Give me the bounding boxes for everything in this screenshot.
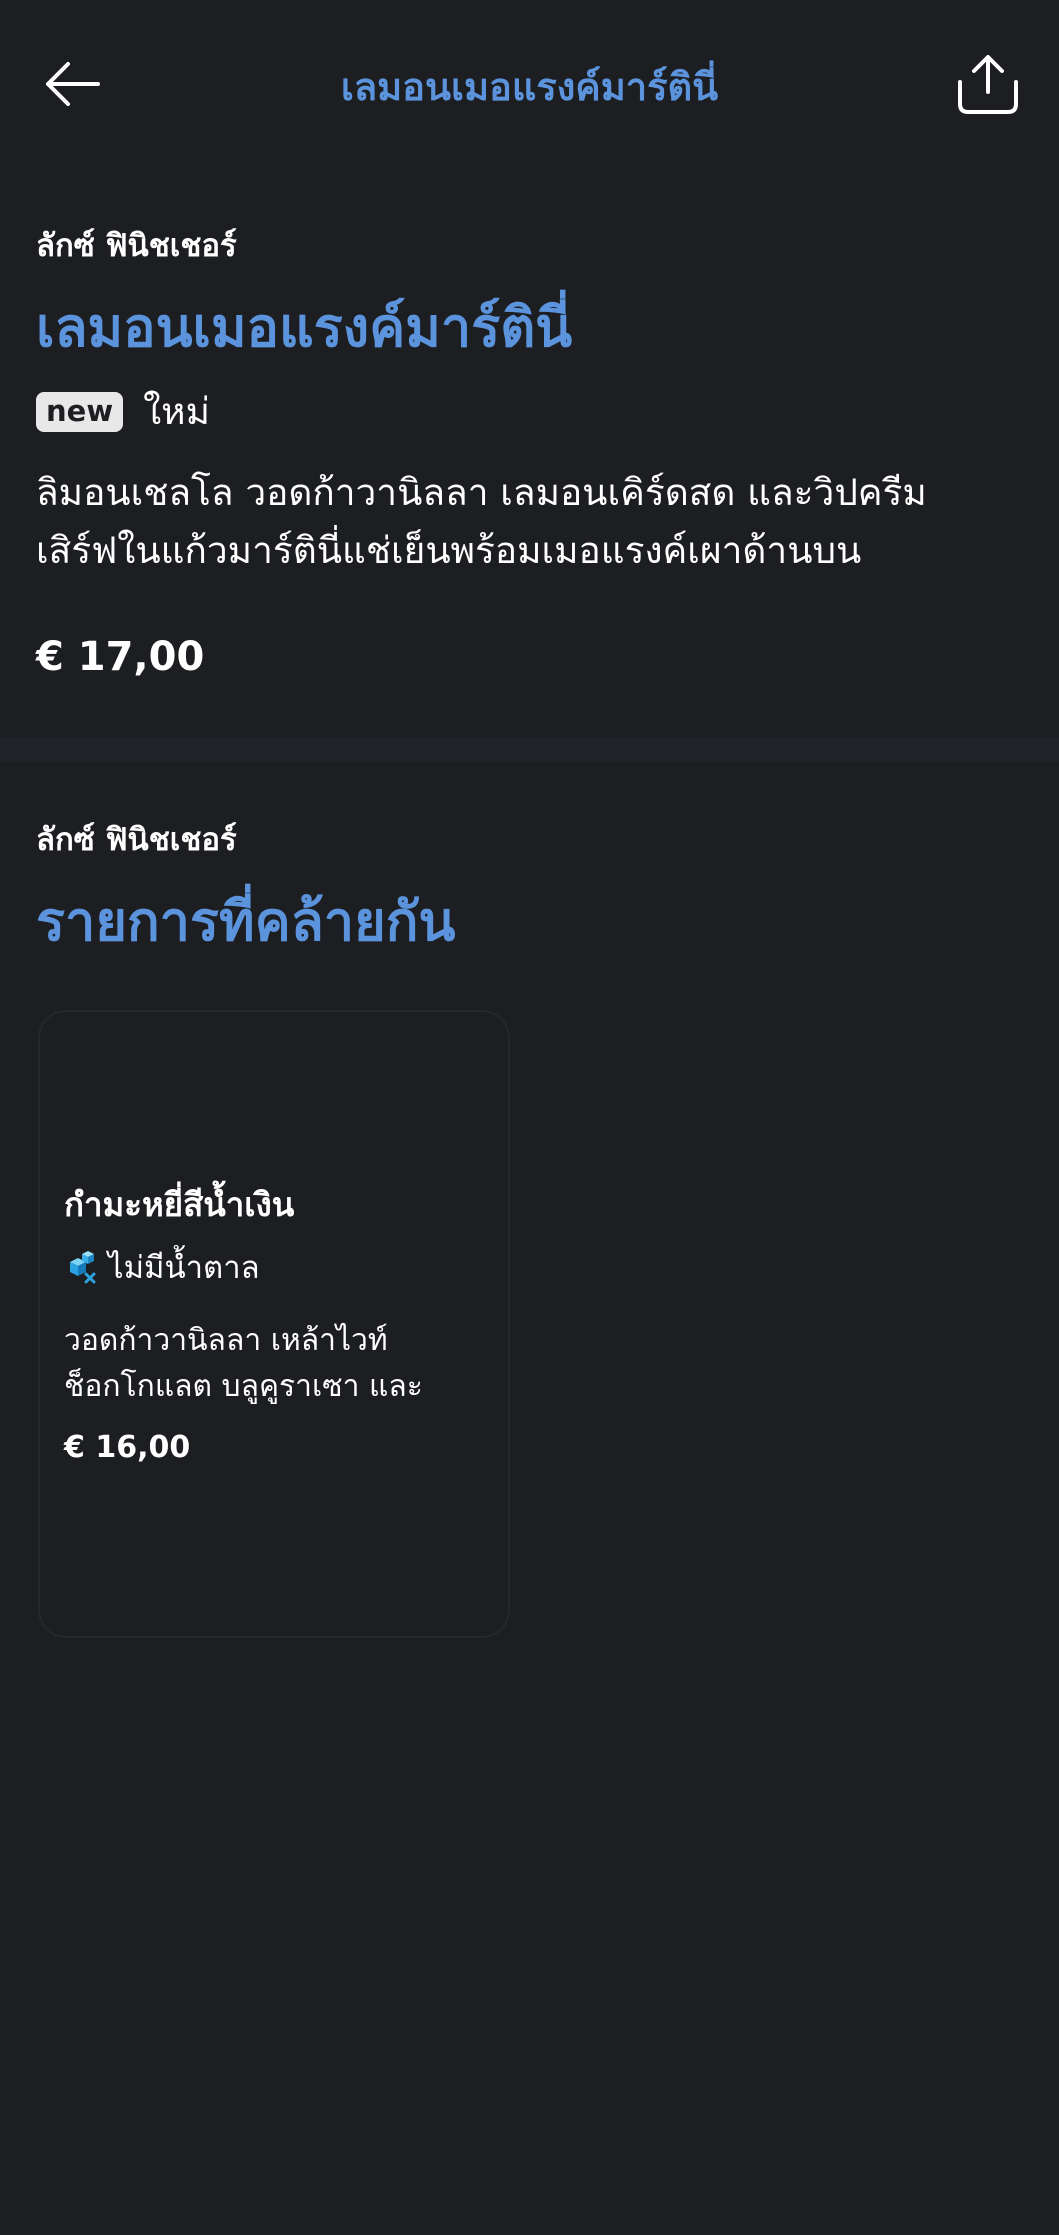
back-button[interactable] — [36, 52, 108, 116]
product-price-block: € 17,00 — [36, 634, 1023, 680]
description-line: เสิร์ฟในแก้วมาร์ตินี่แช่เย็นพร้อมเมอแรงค… — [36, 529, 862, 572]
card-description-line: ช็อกโกแลต บลูคูราเซา และครีม... — [64, 1369, 423, 1404]
product-title-block: เลมอนเมอแรงค์มาร์ตินี่ — [36, 284, 1023, 370]
similar-items-title: รายการที่คล้ายกัน — [36, 890, 456, 953]
share-button[interactable] — [950, 46, 1026, 122]
share-icon — [958, 55, 1018, 114]
arrow-left-icon — [46, 62, 100, 106]
no-sugar-icon — [70, 1251, 96, 1284]
similar-item-card[interactable]: กำมะหยี่สีน้ำเงิน ไม่มีน้ำตาล วอดก้าวานิ… — [38, 1010, 510, 1638]
new-badge: new — [36, 391, 124, 432]
top-navigation-bar: เลมอนเมอแรงค์มาร์ตินี่ — [0, 0, 1059, 170]
similar-brand-name: ลักซ์ ฟินิชเชอร์ — [36, 822, 237, 858]
card-price-block: € 16,00 — [64, 1430, 484, 1465]
card-title: กำมะหยี่สีน้ำเงิน — [64, 1185, 295, 1224]
card-tag: ไม่มีน้ำตาล — [64, 1242, 484, 1292]
section-divider — [0, 738, 1059, 762]
card-title-block: กำมะหยี่สีน้ำเงิน — [64, 1178, 484, 1231]
card-tag-label: ไม่มีน้ำตาล — [108, 1250, 260, 1286]
similar-brand-block: ลักซ์ ฟินิชเชอร์ — [36, 814, 1023, 864]
card-description-line: วอดก้าวานิลลา เหล้าไวท์ — [64, 1323, 388, 1358]
page-title: เลมอนเมอแรงค์มาร์ตินี่ — [340, 65, 719, 109]
product-price: € 17,00 — [36, 634, 205, 680]
brand-name: ลักซ์ ฟินิชเชอร์ — [36, 228, 237, 264]
description-line: ลิมอนเชลโล วอดก้าวานิลลา เลมอนเคิร์ดสด แ… — [36, 471, 927, 514]
product-description: ลิมอนเชลโล วอดก้าวานิลลา เลมอนเคิร์ดสด แ… — [36, 464, 1023, 580]
product-tags: new ใหม่ — [36, 382, 1023, 441]
similar-title-block: รายการที่คล้ายกัน — [36, 878, 1023, 964]
new-badge-label: ใหม่ — [143, 390, 210, 433]
product-brand: ลักซ์ ฟินิชเชอร์ — [36, 220, 1023, 270]
card-price: € 16,00 — [64, 1430, 191, 1465]
product-title: เลมอนเมอแรงค์มาร์ตินี่ — [36, 296, 573, 359]
card-description: วอดก้าวานิลลา เหล้าไวท์ ช็อกโกแลต บลูคูร… — [64, 1318, 484, 1410]
